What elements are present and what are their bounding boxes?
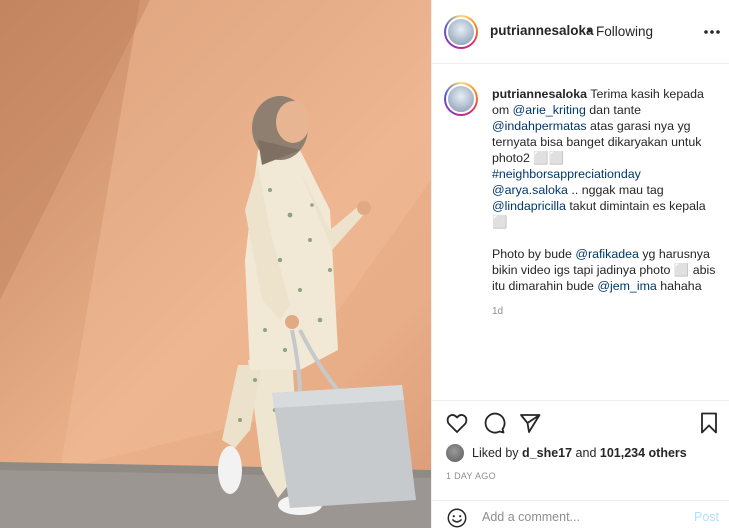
post-side-panel: putriannesaloka • Following putriannesal… (431, 0, 729, 528)
likes-count-link[interactable]: 101,234 others (600, 446, 687, 460)
caption-text: hahaha (656, 279, 702, 293)
heart-icon[interactable] (445, 411, 469, 435)
mention-link[interactable]: @lindapricilla (492, 199, 566, 213)
comment-bubble-icon[interactable] (482, 411, 506, 435)
header-username[interactable]: putriannesaloka (490, 23, 594, 38)
mention-link[interactable]: @rafikadea (575, 247, 639, 261)
bookmark-icon[interactable] (697, 411, 721, 435)
comment-input[interactable] (482, 507, 682, 527)
mention-link[interactable]: @arya.saloka (492, 183, 568, 197)
post-caption: putriannesaloka Terima kasih kepada om @… (492, 86, 718, 320)
liker-avatar[interactable] (446, 444, 464, 462)
avatar[interactable] (444, 15, 478, 49)
more-options-icon[interactable] (702, 22, 722, 42)
caption-avatar[interactable] (444, 82, 478, 116)
comment-bar: Post (432, 500, 729, 528)
post-photo[interactable] (0, 0, 431, 528)
mention-link[interactable]: @jem_ima (597, 279, 656, 293)
post-comment-button[interactable]: Post (694, 510, 719, 524)
caption-username[interactable]: putriannesaloka (492, 87, 587, 101)
mention-link[interactable]: @arie_kriting (513, 103, 586, 117)
caption-text: .. nggak mau tag (567, 183, 664, 197)
mention-link[interactable]: @indahpermatas (492, 119, 587, 133)
post-actions: Liked by d_she17 and 101,234 others 1 DA… (432, 400, 729, 500)
caption-text: dan tante (585, 103, 641, 117)
liker-username[interactable]: d_she17 (522, 446, 572, 460)
likes-and: and (572, 446, 600, 460)
hashtag-link[interactable]: #neighborsappreciationday (492, 167, 641, 181)
post-timestamp[interactable]: 1 DAY AGO (446, 471, 496, 481)
caption-area: putriannesaloka Terima kasih kepada om @… (432, 64, 729, 400)
photo-scene (0, 0, 431, 528)
likes-prefix: Liked by (472, 446, 523, 460)
follow-status-button[interactable]: Following (596, 24, 653, 39)
caption-text: Photo by bude (492, 247, 576, 261)
smile-icon[interactable] (446, 507, 468, 528)
caption-timestamp[interactable]: 1d (492, 304, 718, 320)
header-separator: • (587, 23, 592, 38)
paper-plane-icon[interactable] (518, 411, 542, 435)
post-header: putriannesaloka • Following (432, 0, 729, 64)
